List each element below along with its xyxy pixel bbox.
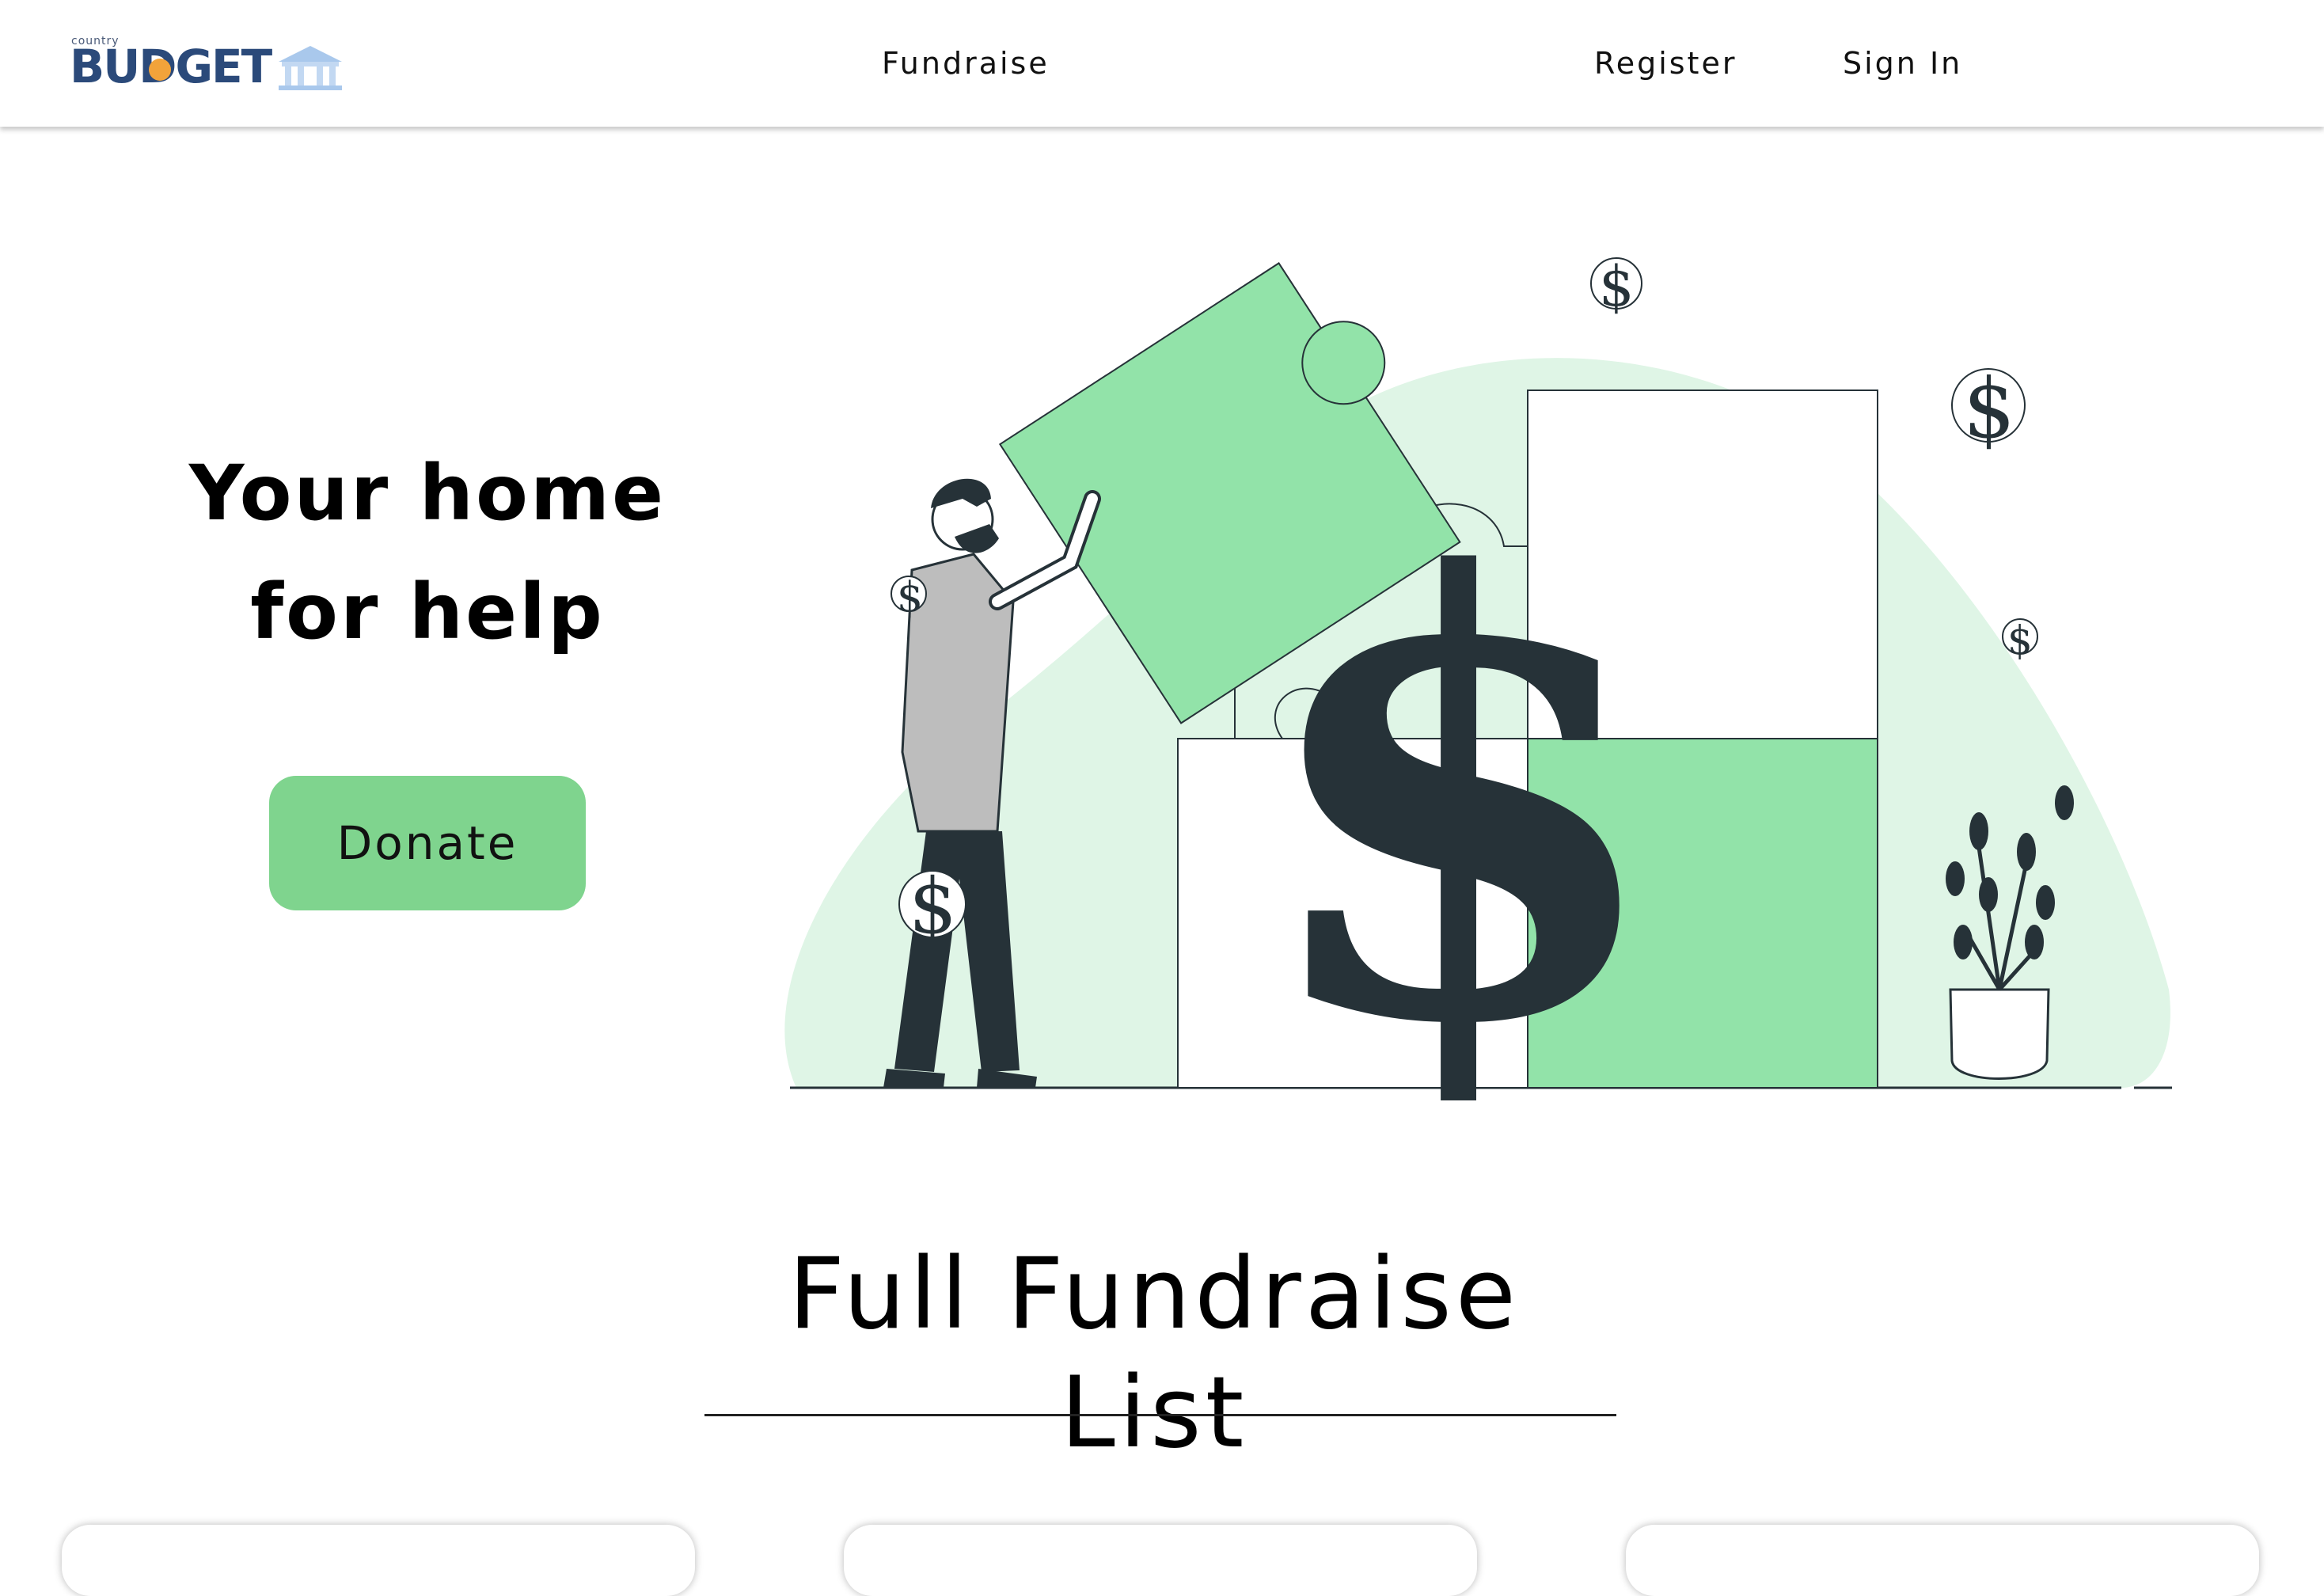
dollar-sign-large: $: [1251, 449, 1669, 1100]
nav-register-link[interactable]: Register: [1594, 46, 1737, 81]
hero-title-line-2: for help: [250, 568, 605, 656]
donate-button[interactable]: Donate: [269, 776, 586, 910]
svg-text:$: $: [909, 862, 957, 951]
fundraise-card[interactable]: [844, 1525, 1477, 1596]
svg-text:$: $: [1599, 254, 1635, 319]
title-divider: [704, 1414, 1616, 1416]
svg-text:$: $: [1963, 360, 2015, 457]
coin-icon: [149, 59, 171, 81]
fundraise-card[interactable]: [1626, 1525, 2259, 1596]
hero-title: Your home for help: [142, 434, 712, 671]
fundraise-card[interactable]: [62, 1525, 695, 1596]
nav-sign-in-link[interactable]: Sign In: [1843, 46, 1962, 81]
country-budget-logo[interactable]: country BUDGET: [70, 35, 348, 95]
fundraise-list-title: Full Fundraise List: [788, 1237, 1521, 1470]
svg-text:$: $: [897, 574, 923, 621]
svg-text:$: $: [2007, 618, 2033, 663]
bank-building-icon: [279, 46, 342, 90]
hero-title-line-1: Your home: [188, 449, 666, 538]
dollar-puzzle-illustration: $ $ $ $ $ $: [784, 254, 2172, 1100]
nav-fundraise-link[interactable]: Fundraise: [882, 46, 1050, 81]
site-header: country BUDGET Fundraise Register Sign I…: [0, 0, 2324, 127]
